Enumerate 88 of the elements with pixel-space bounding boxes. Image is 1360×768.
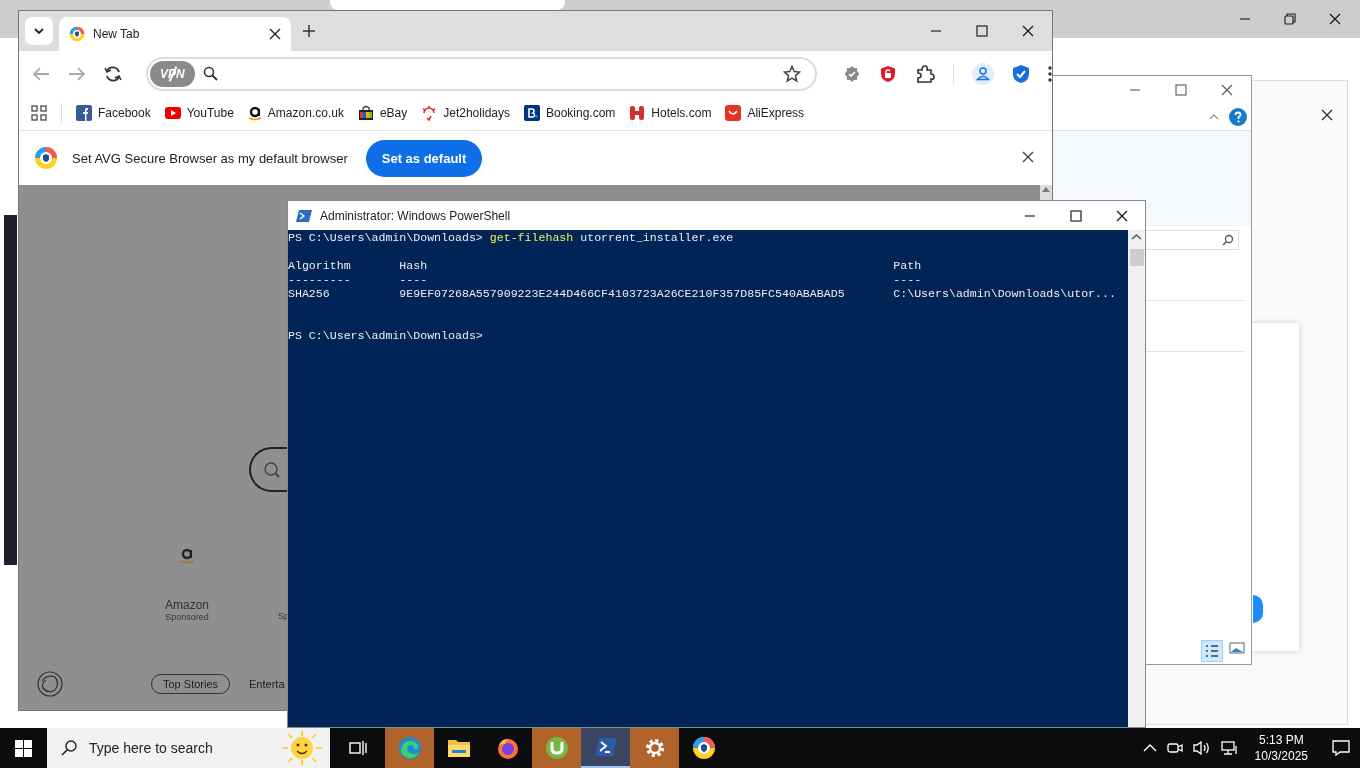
- clock[interactable]: 5:13 PM 10/3/2025: [1254, 732, 1308, 764]
- maximize-icon[interactable]: [976, 25, 988, 37]
- search-icon: [263, 460, 281, 479]
- windows-start-icon[interactable]: [15, 739, 32, 757]
- browser-logo-icon: [34, 146, 58, 170]
- scroll-up-icon[interactable]: [1042, 187, 1050, 192]
- bookmark-link[interactable]: Hotels.com: [651, 106, 712, 120]
- bookmark-link[interactable]: eBay: [379, 106, 408, 120]
- scroll-up-button[interactable]: [1040, 185, 1052, 201]
- badge-check-icon[interactable]: [843, 64, 861, 83]
- aliexpress-icon: [725, 105, 742, 121]
- shopping-bag-icon: [357, 105, 374, 121]
- sun-icon: [421, 105, 438, 121]
- column-header: Algorithm: [288, 259, 352, 273]
- apps-grid-icon[interactable]: [31, 105, 47, 121]
- bookmark-link[interactable]: Amazon.co.uk: [267, 106, 344, 120]
- utorrent-icon: [544, 736, 569, 760]
- search-icon: [1222, 234, 1234, 246]
- maximize-icon[interactable]: [1070, 209, 1082, 222]
- taskbar-search-field[interactable]: Type here to search: [47, 728, 330, 768]
- edge-icon: [397, 736, 422, 760]
- task-view-icon[interactable]: [348, 740, 367, 756]
- close-icon[interactable]: [269, 28, 281, 40]
- search-icon: [202, 66, 218, 81]
- sun-smiley-icon: [280, 730, 324, 766]
- default-browser-message: Set AVG Secure Browser as my default browser: [72, 150, 348, 166]
- lock-shield-icon[interactable]: [879, 64, 897, 83]
- header-rule: ----: [399, 273, 429, 287]
- scrollbar[interactable]: [1128, 230, 1145, 727]
- tab-search-button[interactable]: [25, 17, 53, 45]
- menu-icon[interactable]: [1048, 65, 1052, 82]
- tile-title[interactable]: Amazon: [165, 598, 210, 612]
- table-cell-text: SHA256: [288, 287, 331, 301]
- browser-tab[interactable]: New Tab: [59, 17, 291, 51]
- folder-icon: [446, 738, 471, 758]
- tab-title: New Tab: [93, 27, 141, 41]
- amazon-icon: [247, 105, 262, 121]
- thumbnail-view-icon[interactable]: [1229, 640, 1245, 656]
- search-icon: [61, 740, 77, 756]
- browser-logo-icon[interactable]: [37, 671, 63, 697]
- extensions-icon[interactable]: [915, 63, 935, 84]
- close-icon[interactable]: [1022, 25, 1034, 37]
- window-title: Administrator: Windows PowerShell: [320, 208, 511, 223]
- header-rule: ---------: [288, 273, 352, 287]
- bookmark-link[interactable]: Booking.com: [546, 106, 616, 120]
- category-tab[interactable]: Enterta: [248, 677, 286, 691]
- facebook-icon: [76, 105, 92, 121]
- booking-icon: [524, 105, 540, 121]
- close-icon[interactable]: [1321, 109, 1333, 121]
- table-cell-text: 9E9EF07268A557909223E244D466CF4103723A26CE210F357D85FC540ABABAD5: [399, 287, 846, 301]
- header-rule: ----: [893, 273, 923, 287]
- close-icon[interactable]: [1329, 13, 1341, 25]
- bookmark-link[interactable]: YouTube: [186, 106, 234, 120]
- sponsored-label: Sponsored: [165, 612, 209, 622]
- chevron-down-icon: [34, 28, 44, 34]
- gear-icon: [643, 737, 666, 759]
- close-icon[interactable]: [1022, 150, 1034, 163]
- bookmark-link[interactable]: Jet2holidays: [443, 106, 510, 120]
- help-icon[interactable]: [1229, 108, 1247, 126]
- meet-icon[interactable]: [1166, 740, 1183, 756]
- profile-icon[interactable]: [972, 62, 994, 85]
- powershell-icon: [593, 737, 618, 757]
- close-icon[interactable]: [1116, 209, 1128, 222]
- bookmark-link[interactable]: AliExpress: [747, 106, 805, 120]
- set-default-button[interactable]: Set as default: [365, 139, 483, 177]
- browser-logo-icon: [691, 736, 716, 760]
- column-header: Path: [893, 259, 923, 273]
- details-view-icon[interactable]: [1201, 640, 1223, 662]
- column-header: Hash: [399, 259, 429, 273]
- prompt-line: PS C:\Users\admin\Downloads>: [288, 329, 484, 343]
- speaker-icon[interactable]: [1192, 740, 1211, 756]
- hotels-icon: [629, 105, 646, 121]
- browser-logo-icon: [69, 26, 85, 42]
- reload-icon[interactable]: [103, 64, 122, 83]
- command-line: PS C:\Users\admin\Downloads> get-filehash utorrent_installer.exe: [288, 231, 735, 245]
- network-icon[interactable]: [1220, 740, 1239, 756]
- table-cell-text: C:\Users\admin\Downloads\utor...: [893, 287, 1117, 301]
- notification-icon[interactable]: [1332, 740, 1350, 756]
- powershell-icon: [296, 208, 312, 223]
- bookmark-link[interactable]: Facebook: [98, 106, 151, 120]
- round-button[interactable]: [1253, 595, 1263, 623]
- firefox-icon: [495, 736, 520, 760]
- maximize-icon[interactable]: [1175, 84, 1187, 96]
- shield-check-icon[interactable]: [1012, 63, 1030, 84]
- youtube-icon: [164, 107, 181, 119]
- restore-icon[interactable]: [1284, 13, 1296, 25]
- scrollbar-thumb[interactable]: [1129, 249, 1144, 266]
- star-icon[interactable]: [783, 64, 801, 83]
